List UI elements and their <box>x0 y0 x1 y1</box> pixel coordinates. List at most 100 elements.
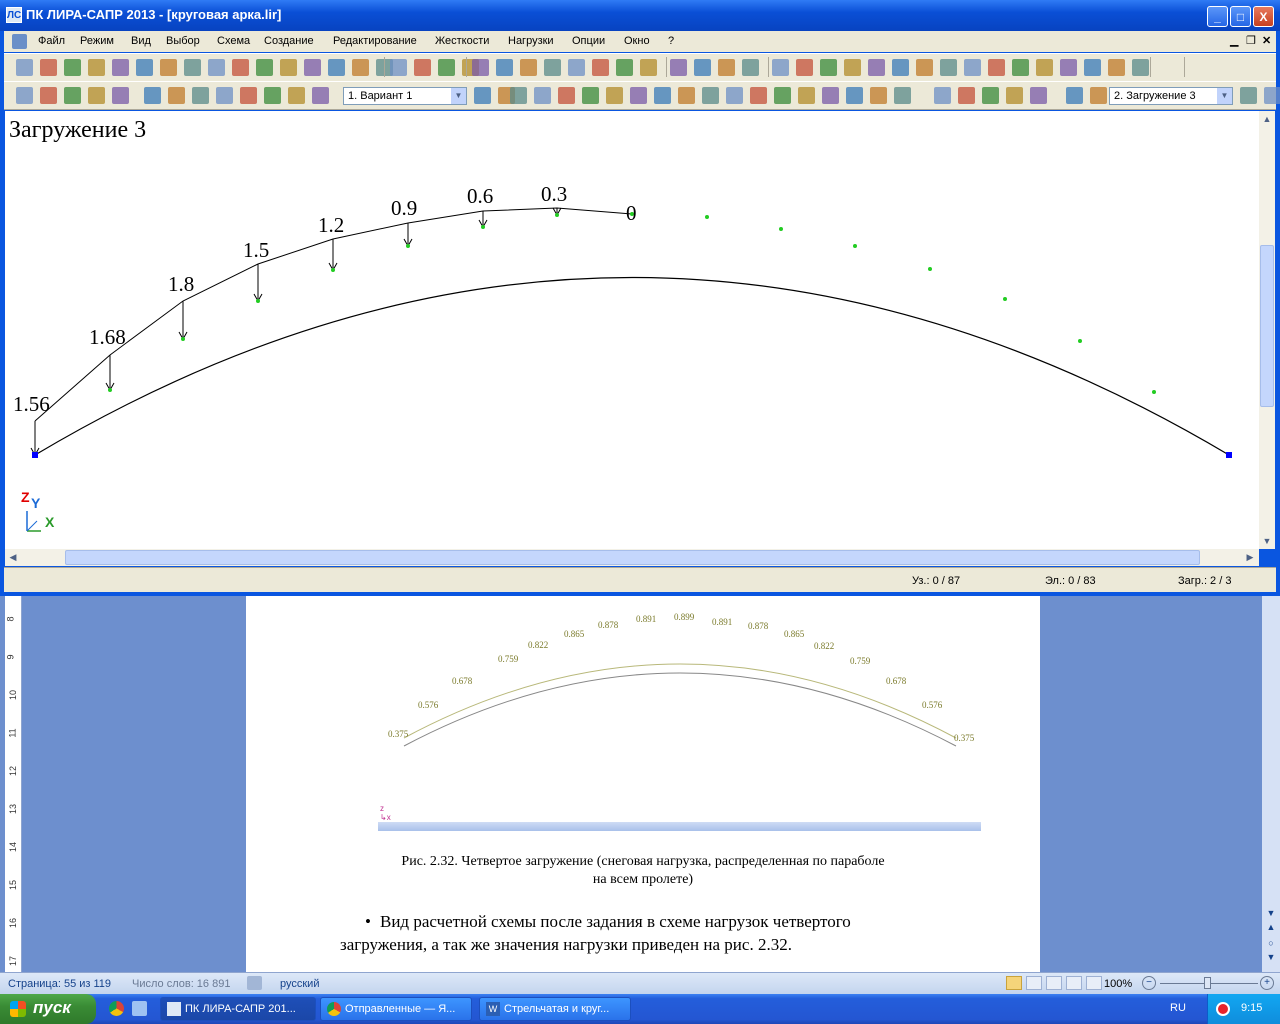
toolbar-tool-icon[interactable] <box>702 87 719 104</box>
toolbar-tool-icon[interactable] <box>726 87 743 104</box>
app-logo-icon[interactable]: ЛС <box>6 7 22 23</box>
zoom-level[interactable]: 100% <box>1104 978 1132 990</box>
toolbar-tool-icon[interactable] <box>654 87 671 104</box>
load-case-select[interactable]: 2. Загружение 3 ▼ <box>1109 87 1233 105</box>
scroll-down-icon[interactable]: ▼ <box>1259 533 1275 549</box>
toolbar-tool-icon[interactable] <box>798 87 815 104</box>
toolbar-tool-icon[interactable] <box>592 59 609 76</box>
toolbar-tool-icon[interactable] <box>1264 87 1280 104</box>
toolbar-tool-icon[interactable] <box>934 87 951 104</box>
menu-options[interactable]: Опции <box>572 35 605 47</box>
start-button[interactable]: пуск <box>0 994 96 1024</box>
toolbar-tool-icon[interactable] <box>844 59 861 76</box>
toolbar-tool-icon[interactable] <box>750 87 767 104</box>
menu-create[interactable]: Создание <box>264 35 314 47</box>
language-indicator[interactable]: русский <box>280 978 319 990</box>
toolbar-tool-icon[interactable] <box>1036 59 1053 76</box>
toolbar-tool-icon[interactable] <box>868 59 885 76</box>
toolbar-tool-icon[interactable] <box>472 59 489 76</box>
web-layout-icon[interactable] <box>1046 976 1062 990</box>
menu-file[interactable]: Файл <box>38 35 65 47</box>
toolbar-tool-icon[interactable] <box>958 87 975 104</box>
toolbar-tool-icon[interactable] <box>496 59 513 76</box>
toolbar-tool-icon[interactable] <box>328 59 345 76</box>
toolbar-tool-icon[interactable] <box>568 59 585 76</box>
toolbar-tool-icon[interactable] <box>16 87 33 104</box>
toolbar-tool-icon[interactable] <box>414 59 431 76</box>
full-screen-reading-icon[interactable] <box>1026 976 1042 990</box>
minimize-button[interactable]: _ <box>1207 6 1228 27</box>
menu-select[interactable]: Выбор <box>166 35 200 47</box>
toolbar-tool-icon[interactable] <box>534 87 551 104</box>
model-canvas[interactable]: Загружение 3 1.56 1.68 1.8 1.5 1.2 0.9 0.6 0.3 0… <box>5 111 1259 549</box>
scroll-up-icon[interactable]: ▲ <box>1259 111 1275 127</box>
toolbar-tool-icon[interactable] <box>606 87 623 104</box>
task-word[interactable]: W Стрельчатая и круг... <box>479 997 631 1021</box>
toolbar-tool-icon[interactable] <box>1006 87 1023 104</box>
toolbar-tool-icon[interactable] <box>184 59 201 76</box>
toolbar-tool-icon[interactable] <box>280 59 297 76</box>
toolbar-tool-icon[interactable] <box>796 59 813 76</box>
outline-view-icon[interactable] <box>1066 976 1082 990</box>
toolbar-tool-icon[interactable] <box>694 59 711 76</box>
toolbar-tool-icon[interactable] <box>160 59 177 76</box>
menu-loads[interactable]: Нагрузки <box>508 35 554 47</box>
menu-mode[interactable]: Режим <box>80 35 114 47</box>
menu-view[interactable]: Вид <box>131 35 151 47</box>
toolbar-tool-icon[interactable] <box>718 59 735 76</box>
zoom-slider-thumb[interactable] <box>1204 977 1211 989</box>
menu-scheme[interactable]: Схема <box>217 35 250 47</box>
toolbar-tool-icon[interactable] <box>616 59 633 76</box>
toolbar-tool-icon[interactable] <box>1090 87 1107 104</box>
vertical-scrollbar[interactable]: ▲ ▼ <box>1259 111 1275 549</box>
toolbar-tool-icon[interactable] <box>232 59 249 76</box>
toolbar-tool-icon[interactable] <box>474 87 491 104</box>
toolbar-tool-icon[interactable] <box>112 59 129 76</box>
toolbar-tool-icon[interactable] <box>1060 59 1077 76</box>
toolbar-tool-icon[interactable] <box>916 59 933 76</box>
menu-edit[interactable]: Редактирование <box>333 35 417 47</box>
toolbar-tool-icon[interactable] <box>964 59 981 76</box>
task-browser[interactable]: Отправленные — Я... <box>320 997 472 1021</box>
toolbar-tool-icon[interactable] <box>870 87 887 104</box>
scroll-right-icon[interactable]: ▶ <box>1242 549 1258 566</box>
toolbar-tool-icon[interactable] <box>256 59 273 76</box>
variant-select[interactable]: 1. Вариант 1 ▼ <box>343 87 467 105</box>
toolbar-tool-icon[interactable] <box>892 59 909 76</box>
chrome-quicklaunch-icon[interactable] <box>109 1001 124 1016</box>
toolbar-tool-icon[interactable] <box>1132 59 1149 76</box>
toolbar-tool-icon[interactable] <box>670 59 687 76</box>
close-button[interactable]: X <box>1253 6 1274 27</box>
word-count[interactable]: Число слов: 16 891 <box>132 978 230 990</box>
zoom-in-icon[interactable]: + <box>1260 976 1274 990</box>
toolbar-tool-icon[interactable] <box>216 87 233 104</box>
toolbar-tool-icon[interactable] <box>304 59 321 76</box>
toolbar-tool-icon[interactable] <box>630 87 647 104</box>
toolbar-tool-icon[interactable] <box>988 59 1005 76</box>
page-counter[interactable]: Страница: 55 из 119 <box>8 978 111 990</box>
menu-stiffness[interactable]: Жесткости <box>435 35 489 47</box>
toolbar-tool-icon[interactable] <box>774 87 791 104</box>
toolbar-tool-icon[interactable] <box>168 87 185 104</box>
toolbar-tool-icon[interactable] <box>820 59 837 76</box>
toolbar-tool-icon[interactable] <box>312 87 329 104</box>
toolbar-tool-icon[interactable] <box>982 87 999 104</box>
toolbar-tool-icon[interactable] <box>894 87 911 104</box>
print-layout-icon[interactable] <box>1006 976 1022 990</box>
word-vertical-scrollbar[interactable]: ▼ ▲ ○ ▼ <box>1262 596 1280 972</box>
toolbar-tool-icon[interactable] <box>240 87 257 104</box>
toolbar-tool-icon[interactable] <box>1108 59 1125 76</box>
toolbar-tool-icon[interactable] <box>1240 87 1257 104</box>
toolbar-tool-icon[interactable] <box>678 87 695 104</box>
toolbar-tool-icon[interactable] <box>352 59 369 76</box>
toolbar-tool-icon[interactable] <box>822 87 839 104</box>
document-icon[interactable] <box>12 34 27 49</box>
toolbar-tool-icon[interactable] <box>510 87 527 104</box>
document-page[interactable]: 0.375 0.576 0.678 0.759 0.822 0.865 0.878 0.891… <box>246 596 1040 972</box>
title-bar[interactable]: ЛС ПК ЛИРА-САПР 2013 - [круговая арка.li… <box>0 0 1280 31</box>
toolbar-tool-icon[interactable] <box>288 87 305 104</box>
toolbar-tool-icon[interactable] <box>846 87 863 104</box>
task-lira[interactable]: ПК ЛИРА-САПР 201... <box>160 997 316 1021</box>
toolbar-tool-icon[interactable] <box>1066 87 1083 104</box>
show-desktop-icon[interactable] <box>132 1001 147 1016</box>
